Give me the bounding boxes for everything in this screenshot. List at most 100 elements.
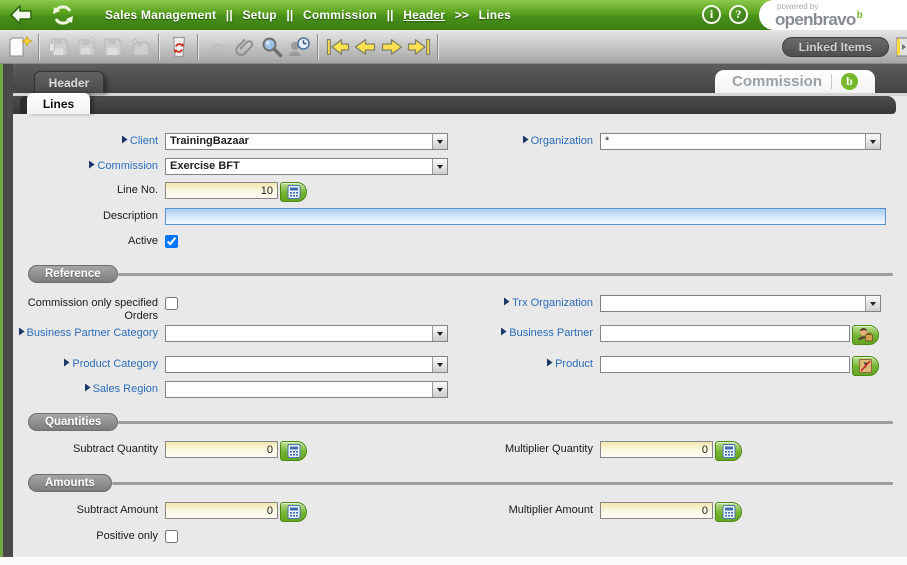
bp-category-select[interactable] [165,325,448,342]
sales-region-select[interactable] [165,381,448,398]
business-partner-icon [857,327,874,343]
help-icon[interactable]: ? [729,5,748,24]
chevron-down-icon[interactable] [865,296,880,311]
chevron-down-icon[interactable] [432,134,447,149]
save-back-button[interactable] [126,33,153,61]
breadcrumb-header-link[interactable]: Header [403,8,445,22]
toolbar: Linked Items [0,30,907,64]
chevron-down-icon[interactable] [432,382,447,397]
product-label[interactable]: Product [465,356,600,371]
row-line-no: Line No. [13,182,907,208]
row-bp-category-business-partner: Business Partner Category Business Partn… [13,325,907,356]
new-record-button[interactable] [6,33,33,61]
bottom-strip [0,557,907,565]
commission-label[interactable]: Commission [13,158,165,173]
field-link-icon [546,358,553,371]
lines-form: Client TrainingBazaar Organization * Com… [13,114,907,557]
row-positive-only: Positive only [13,528,907,553]
subtract-quantity-input[interactable] [165,441,278,458]
section-rule [118,421,893,424]
attachment-icon[interactable] [231,33,258,61]
product-category-label[interactable]: Product Category [13,356,165,371]
active-checkbox[interactable] [165,235,178,248]
chevron-down-icon[interactable] [432,326,447,341]
window-title: Commission [732,73,822,90]
row-client-organization: Client TrainingBazaar Organization * [13,133,907,158]
linked-items-button[interactable]: Linked Items [782,37,889,57]
business-partner-search-button[interactable] [852,325,879,345]
business-partner-label[interactable]: Business Partner [465,325,600,340]
line-no-input[interactable] [165,182,278,199]
calculator-button[interactable] [280,441,307,461]
calculator-icon [287,505,301,519]
commission-only-checkbox[interactable] [165,297,178,310]
info-icon[interactable]: i [702,5,721,24]
openbravo-logo: powered by openbravob [759,0,907,30]
undo-icon[interactable] [204,33,231,61]
refresh-icon[interactable] [50,2,76,28]
bp-category-label[interactable]: Business Partner Category [13,325,165,340]
sales-region-label[interactable]: Sales Region [13,381,165,396]
client-value: TrainingBazaar [166,134,432,149]
field-link-icon [500,327,507,340]
next-record-icon[interactable] [378,33,405,61]
product-search-button[interactable] [852,356,879,376]
product-box-icon [858,358,873,374]
row-commission: Commission Exercise BFT [13,158,907,182]
product-input[interactable] [600,356,850,373]
product-category-select[interactable] [165,356,448,373]
search-icon[interactable] [258,33,285,61]
breadcrumb-current: Lines [479,8,511,22]
tab-commission-window[interactable]: Commission b [715,70,875,93]
chevron-down-icon[interactable] [865,134,880,149]
subtract-amount-input[interactable] [165,502,278,519]
positive-only-checkbox[interactable] [165,530,178,543]
chevron-down-icon[interactable] [432,357,447,372]
business-partner-input[interactable] [600,325,850,342]
field-link-icon [18,327,25,340]
save-new-button[interactable] [45,33,72,61]
first-record-icon[interactable] [324,33,351,61]
field-link-icon [522,135,529,148]
trx-organization-select[interactable] [600,295,881,312]
chevron-down-icon[interactable] [432,159,447,174]
organization-select[interactable]: * [600,133,881,150]
previous-record-icon[interactable] [351,33,378,61]
breadcrumb: Sales Management || Setup || Commission … [102,8,514,22]
multiplier-quantity-input[interactable] [600,441,713,458]
multiplier-amount-input[interactable] [600,502,713,519]
sales-region-value [166,382,432,397]
row-sales-region: Sales Region [13,381,907,412]
multiplier-quantity-label: Multiplier Quantity [465,441,600,456]
client-select[interactable]: TrainingBazaar [165,133,448,150]
calculator-button[interactable] [715,441,742,461]
audit-icon[interactable] [285,33,312,61]
last-record-icon[interactable] [405,33,432,61]
organization-label[interactable]: Organization [465,133,600,148]
calculator-icon [722,505,736,519]
calculator-button[interactable] [715,502,742,522]
subtract-amount-label: Subtract Amount [13,502,165,517]
field-link-icon [503,297,510,310]
client-label[interactable]: Client [13,133,165,148]
row-active: Active [13,233,907,264]
breadcrumb-seg2: Setup [242,8,276,22]
calculator-button[interactable] [280,502,307,522]
form-view-icon[interactable] [896,36,907,63]
tab-lines[interactable]: Lines [27,93,90,114]
calculator-button[interactable] [280,182,307,202]
active-label: Active [13,233,165,248]
tab-header[interactable]: Header [34,71,104,93]
section-rule [112,482,893,485]
calculator-icon [287,444,301,458]
commission-select[interactable]: Exercise BFT [165,158,448,175]
field-link-icon [84,383,91,396]
breadcrumb-seg1: Sales Management [105,8,216,22]
delete-button[interactable] [165,33,192,61]
back-icon[interactable] [8,2,34,28]
description-input[interactable] [165,208,886,225]
save-copy-button[interactable] [72,33,99,61]
save-button[interactable] [99,33,126,61]
trx-organization-label[interactable]: Trx Organization [465,295,600,310]
product-category-value [166,357,432,372]
